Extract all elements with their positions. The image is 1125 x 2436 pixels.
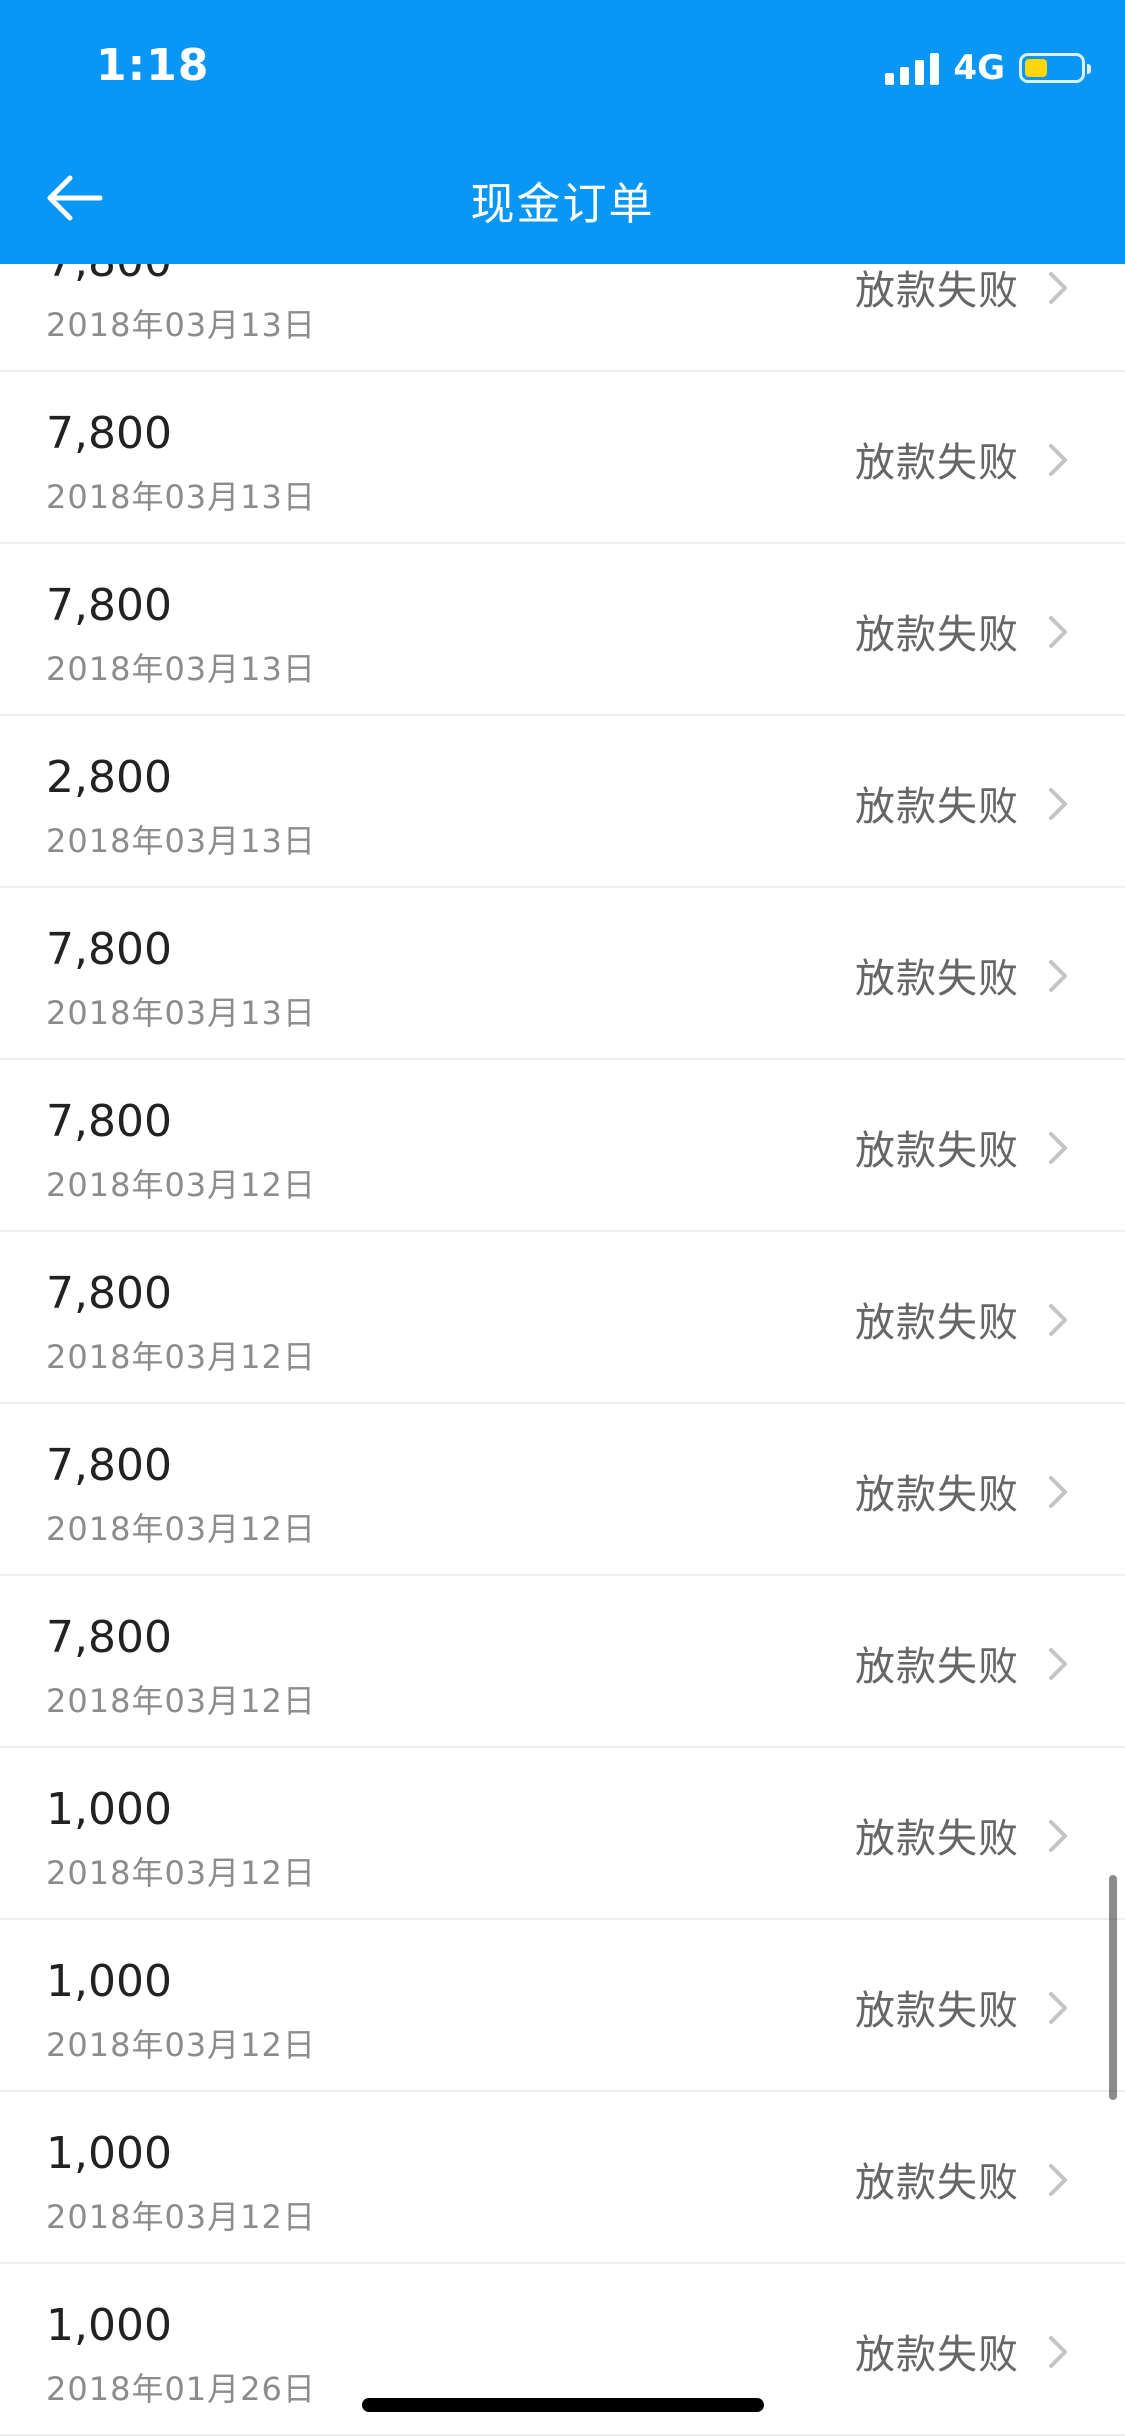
order-amount: 7,800: [46, 1440, 172, 1491]
order-amount: 1,000: [46, 1956, 172, 2007]
order-row[interactable]: 2,800 2018年03月13日 放款失败: [0, 716, 1125, 888]
chevron-right-icon: [1049, 2336, 1067, 2368]
network-label: 4G: [953, 48, 1005, 88]
battery-level: [1025, 59, 1047, 77]
order-amount: 1,000: [46, 2128, 172, 2179]
order-status: 放款失败: [855, 1300, 1019, 1346]
order-date: 2018年03月12日: [46, 1510, 316, 1548]
scrollbar[interactable]: [1109, 1875, 1117, 2100]
order-date: 2018年03月12日: [46, 1854, 316, 1892]
order-list: 7,8002018年03月13日放款失败7,8002018年03月13日放款失败…: [0, 200, 1125, 2436]
order-amount: 7,800: [46, 580, 172, 631]
order-amount: 1,000: [46, 1784, 172, 1835]
order-date: 2018年03月12日: [46, 1338, 316, 1376]
chevron-right-icon: [1049, 1476, 1067, 1508]
order-date: 2018年03月12日: [46, 2198, 316, 2236]
order-amount: 7,800: [46, 1268, 172, 1319]
order-amount: 7,800: [46, 924, 172, 975]
chevron-right-icon: [1049, 1992, 1067, 2024]
order-status: 放款失败: [855, 2332, 1019, 2378]
order-amount: 7,800: [46, 1096, 172, 1147]
page-title: 现金订单: [470, 179, 655, 230]
chevron-right-icon: [1049, 272, 1067, 304]
order-date: 2018年03月13日: [46, 306, 316, 344]
chevron-right-icon: [1049, 1132, 1067, 1164]
order-date: 2018年03月13日: [46, 994, 316, 1032]
order-status: 放款失败: [855, 1472, 1019, 1518]
order-status: 放款失败: [855, 956, 1019, 1002]
home-indicator[interactable]: [362, 2398, 764, 2412]
order-status: 放款失败: [855, 1988, 1019, 2034]
battery-icon: [1019, 53, 1091, 83]
status-time: 1:18: [96, 40, 210, 91]
order-status: 放款失败: [855, 1644, 1019, 1690]
order-status: 放款失败: [855, 1128, 1019, 1174]
order-date: 2018年01月26日: [46, 2370, 316, 2408]
order-row[interactable]: 7,800 2018年03月13日 放款失败: [0, 372, 1125, 544]
app-header: 1:18 4G 现金订单: [0, 0, 1125, 264]
chevron-right-icon: [1049, 2164, 1067, 2196]
order-status: 放款失败: [855, 1816, 1019, 1862]
order-status: 放款失败: [855, 2160, 1019, 2206]
order-status: 放款失败: [855, 784, 1019, 830]
order-row[interactable]: 7,800 2018年03月13日 放款失败: [0, 888, 1125, 1060]
order-date: 2018年03月12日: [46, 1682, 316, 1720]
signal-bars-icon: [885, 51, 940, 85]
order-status: 放款失败: [855, 268, 1019, 314]
status-indicators: 4G: [885, 48, 1091, 88]
navigation-bar: 现金订单: [0, 132, 1125, 264]
order-row[interactable]: 7,800 2018年03月12日 放款失败: [0, 1060, 1125, 1232]
order-date: 2018年03月12日: [46, 1166, 316, 1204]
order-date: 2018年03月13日: [46, 478, 316, 516]
order-amount: 7,800: [46, 1612, 172, 1663]
order-status: 放款失败: [855, 612, 1019, 658]
chevron-right-icon: [1049, 1304, 1067, 1336]
chevron-right-icon: [1049, 1820, 1067, 1852]
order-row[interactable]: 7,800 2018年03月12日 放款失败: [0, 1404, 1125, 1576]
chevron-right-icon: [1049, 1648, 1067, 1680]
order-status: 放款失败: [855, 440, 1019, 486]
order-row[interactable]: 7,800 2018年03月12日 放款失败: [0, 1576, 1125, 1748]
order-row[interactable]: 1,000 2018年03月12日 放款失败: [0, 1920, 1125, 2092]
order-date: 2018年03月13日: [46, 650, 316, 688]
order-amount: 2,800: [46, 752, 172, 803]
order-amount: 7,800: [46, 408, 172, 459]
order-row[interactable]: 7,800 2018年03月13日 放款失败: [0, 544, 1125, 716]
chevron-right-icon: [1049, 788, 1067, 820]
order-date: 2018年03月13日: [46, 822, 316, 860]
order-row[interactable]: 1,000 2018年03月12日 放款失败: [0, 2092, 1125, 2264]
chevron-right-icon: [1049, 616, 1067, 648]
chevron-right-icon: [1049, 444, 1067, 476]
chevron-right-icon: [1049, 960, 1067, 992]
order-date: 2018年03月12日: [46, 2026, 316, 2064]
order-row[interactable]: 1,000 2018年03月12日 放款失败: [0, 1748, 1125, 1920]
order-amount: 1,000: [46, 2300, 172, 2351]
order-row[interactable]: 7,800 2018年03月12日 放款失败: [0, 1232, 1125, 1404]
